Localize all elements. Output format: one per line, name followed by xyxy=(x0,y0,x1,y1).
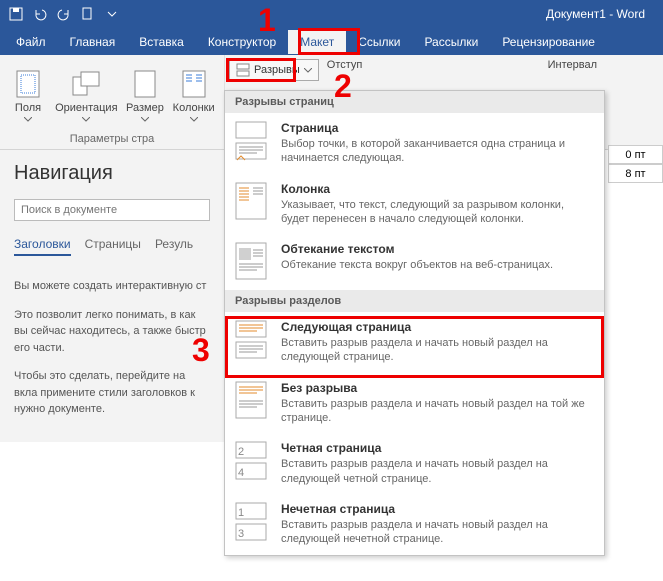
menuitem-continuous[interactable]: Без разрыва Вставить разрыв раздела и нач… xyxy=(225,373,604,434)
navigation-panel: Навигация Заголовки Страницы Резуль Вы м… xyxy=(0,150,224,442)
menu-references[interactable]: Ссылки xyxy=(346,30,412,54)
menu-home[interactable]: Главная xyxy=(58,30,128,54)
quick-access-toolbar xyxy=(8,6,120,22)
save-icon[interactable] xyxy=(8,6,24,22)
menu-design[interactable]: Конструктор xyxy=(196,30,288,54)
tab-headings[interactable]: Заголовки xyxy=(14,237,71,256)
document-title: Документ1 - Word xyxy=(120,7,655,21)
svg-text:2: 2 xyxy=(238,446,244,458)
undo-icon[interactable] xyxy=(32,6,48,22)
menuitem-odd-page[interactable]: 13 Нечетная страницаВставить разрыв разд… xyxy=(225,494,604,555)
orientation-button[interactable]: Ориентация xyxy=(52,59,121,131)
margins-button[interactable]: Поля xyxy=(6,59,50,131)
column-break-desc: Указывает, что текст, следующий за разры… xyxy=(281,198,594,227)
new-icon[interactable] xyxy=(80,6,96,22)
orientation-label: Ориентация xyxy=(55,102,117,114)
spacing-before-input[interactable]: 0 пт xyxy=(608,145,663,164)
size-button[interactable]: Размер xyxy=(123,59,168,131)
tab-pages[interactable]: Страницы xyxy=(85,237,141,256)
continuous-title: Без разрыва xyxy=(281,381,594,395)
search-input[interactable] xyxy=(14,199,210,221)
qat-menu-icon[interactable] xyxy=(104,6,120,22)
menuitem-page-break[interactable]: Страница Выбор точки, в которой заканчива… xyxy=(225,113,604,174)
chevron-down-icon xyxy=(24,117,32,122)
odd-page-desc: Вставить разрыв раздела и начать новый р… xyxy=(281,518,594,547)
columns-icon xyxy=(178,68,210,100)
odd-page-icon: 13 xyxy=(235,502,269,542)
margins-icon xyxy=(12,68,44,100)
text-wrapping-icon xyxy=(235,242,269,282)
indent-label: Отступ xyxy=(327,59,363,71)
title-bar: Документ1 - Word xyxy=(0,0,663,28)
breaks-dropdown: Разрывы страниц Страница Выбор точки, в к… xyxy=(224,90,605,556)
even-page-icon: 24 xyxy=(235,441,269,481)
text-wrapping-title: Обтекание текстом xyxy=(281,242,594,256)
next-page-title: Следующая страница xyxy=(281,320,594,334)
menuitem-even-page[interactable]: 24 Четная страницаВставить разрыв раздел… xyxy=(225,433,604,494)
menu-layout[interactable]: Макет xyxy=(288,30,346,54)
page-setup-group: Поля Ориентация Размер Колонки Параметры… xyxy=(0,55,225,149)
nav-text-1: Вы можете создать интерактивную ст xyxy=(14,278,210,295)
menu-review[interactable]: Рецензирование xyxy=(490,30,607,54)
chevron-down-icon xyxy=(141,117,149,122)
svg-text:1: 1 xyxy=(238,507,244,519)
chevron-down-icon xyxy=(304,68,312,73)
next-page-icon xyxy=(235,320,269,360)
size-icon xyxy=(129,68,161,100)
column-break-icon xyxy=(235,182,269,222)
menuitem-column-break[interactable]: Колонка Указывает, что текст, следующий з… xyxy=(225,174,604,235)
navigation-title: Навигация xyxy=(14,162,210,185)
page-break-desc: Выбор точки, в которой заканчивается одн… xyxy=(281,137,594,166)
page-setup-label: Параметры стра xyxy=(6,131,218,145)
dropdown-header-sections: Разрывы разделов xyxy=(225,290,604,312)
menu-bar: Файл Главная Вставка Конструктор Макет С… xyxy=(0,28,663,55)
dropdown-header-pages: Разрывы страниц xyxy=(225,91,604,113)
menu-file[interactable]: Файл xyxy=(4,30,58,54)
svg-text:4: 4 xyxy=(238,467,244,479)
text-wrapping-desc: Обтекание текста вокруг объектов на веб-… xyxy=(281,258,594,272)
columns-button[interactable]: Колонки xyxy=(169,59,218,131)
margins-label: Поля xyxy=(15,102,41,114)
spacing-inputs: 0 пт 8 пт xyxy=(608,145,663,183)
size-label: Размер xyxy=(126,102,164,114)
orientation-icon xyxy=(70,68,102,100)
chevron-down-icon xyxy=(82,117,90,122)
continuous-desc: Вставить разрыв раздела и начать новый р… xyxy=(281,397,594,426)
menu-insert[interactable]: Вставка xyxy=(127,30,196,54)
menuitem-text-wrapping[interactable]: Обтекание текстом Обтекание текста вокруг… xyxy=(225,234,604,290)
breaks-button[interactable]: Разрывы xyxy=(229,59,319,81)
tab-results[interactable]: Резуль xyxy=(155,237,193,256)
svg-text:3: 3 xyxy=(238,528,244,540)
chevron-down-icon xyxy=(190,117,198,122)
next-page-desc: Вставить разрыв раздела и начать новый р… xyxy=(281,336,594,365)
continuous-icon xyxy=(235,381,269,421)
redo-icon[interactable] xyxy=(56,6,72,22)
navigation-tabs: Заголовки Страницы Резуль xyxy=(14,237,210,256)
columns-label: Колонки xyxy=(173,102,215,114)
even-page-title: Четная страница xyxy=(281,441,594,455)
nav-text-3: Чтобы это сделать, перейдите на вкла при… xyxy=(14,368,210,418)
menu-mailings[interactable]: Рассылки xyxy=(412,30,490,54)
navigation-body: Вы можете создать интерактивную ст Это п… xyxy=(14,278,210,418)
odd-page-title: Нечетная страница xyxy=(281,502,594,516)
spacing-label: Интервал xyxy=(548,59,597,71)
spacing-after-input[interactable]: 8 пт xyxy=(608,164,663,183)
page-break-title: Страница xyxy=(281,121,594,135)
column-break-title: Колонка xyxy=(281,182,594,196)
menuitem-next-page[interactable]: Следующая страница Вставить разрыв раздел… xyxy=(225,312,604,373)
breaks-label: Разрывы xyxy=(254,64,300,76)
even-page-desc: Вставить разрыв раздела и начать новый р… xyxy=(281,457,594,486)
nav-text-2: Это позволит легко понимать, в как вы се… xyxy=(14,307,210,357)
page-break-icon xyxy=(235,121,269,161)
breaks-icon xyxy=(236,63,250,77)
